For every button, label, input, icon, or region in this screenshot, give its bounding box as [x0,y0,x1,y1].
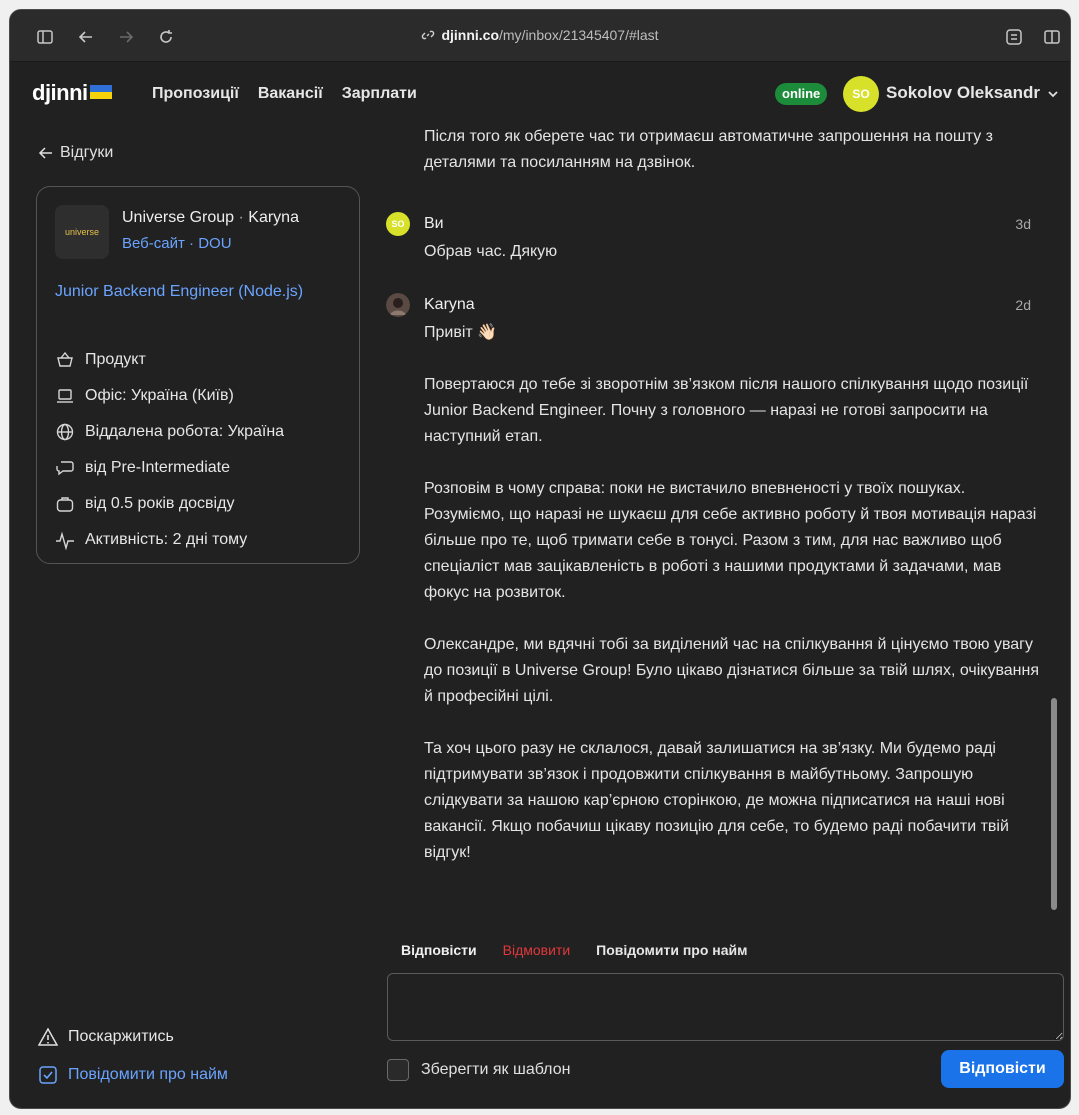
attribute-experience: від 0.5 років досвіду [55,486,284,522]
recruiter-name: Karyna [248,209,299,226]
nav-item-offers[interactable]: Пропозиції [152,85,239,103]
company-logo: universe [55,205,109,259]
back-to-applications-link[interactable]: Відгуки [38,144,113,162]
recruiter-avatar [386,293,410,317]
tab-notify-hire[interactable]: Повідомити про найм [596,942,747,958]
message-paragraph: Олександре, ми вдячні тобі за виділений … [424,636,1040,705]
arrow-left-icon [38,147,52,159]
message-paragraph: Та хоч цього разу не склалося, давай зал… [424,740,1009,861]
ukraine-flag-icon [89,85,112,99]
split-view-icon[interactable] [1043,28,1061,46]
app-header: djinni Пропозиції Вакансії Зарплати onli… [10,62,1070,124]
back-link-label: Відгуки [60,144,114,161]
company-dou-link[interactable]: DOU [198,235,231,252]
chat-bubble-icon [56,461,74,476]
save-template-checkbox[interactable] [387,1059,409,1081]
company-website-link[interactable]: Веб-сайт [122,235,185,252]
address-bar[interactable]: djinni.co/my/inbox/21345407/#last [10,27,1070,43]
company-links: Веб-сайт · DOU [122,235,232,252]
message-thread[interactable]: Після того як оберете час ти отримаєш ав… [386,124,1050,914]
extension-icon[interactable] [1005,28,1023,46]
attribute-remote: Віддалена робота: Україна [55,414,284,450]
attribute-domain: Продукт [55,342,284,378]
basket-icon [57,351,73,367]
attribute-office: Офіс: Україна (Київ) [55,378,284,414]
url-host: djinni.co [441,27,499,43]
url-path: /my/inbox/21345407/#last [499,27,659,43]
user-menu-name[interactable]: Sokolov Oleksandr [886,83,1040,103]
message-author: Karyna [424,296,475,313]
briefcase-icon [56,497,74,512]
globe-icon [56,423,74,441]
message-paragraph: Повертаюся до тебе зі зворотнім зв’язком… [424,376,1029,445]
message-header-recruiter: Karyna 2d [386,293,1031,317]
message-paragraph: Обрав час. Дякую [424,243,558,260]
online-status-badge[interactable]: online [775,83,828,105]
browser-window: djinni.co/my/inbox/21345407/#last djinni… [9,9,1071,1109]
pulse-icon [56,531,74,550]
user-avatar[interactable]: SO [843,76,879,112]
message-header-me: SO Ви 3d [386,212,1031,236]
chevron-down-icon[interactable] [1047,88,1059,100]
laptop-icon [57,389,73,403]
save-as-template[interactable]: Зберегти як шаблон [387,1059,570,1081]
main-nav: Пропозиції Вакансії Зарплати [152,85,417,103]
message-paragraph: Розповім в чому справа: поки не вистачил… [424,480,1037,601]
attribute-activity: Активність: 2 дні тому [55,522,284,558]
tab-reply[interactable]: Відповісти [401,942,477,958]
my-avatar: SO [386,212,410,236]
previous-message-text: Після того як оберете час ти отримаєш ав… [424,128,993,171]
save-template-label: Зберегти як шаблон [421,1061,571,1078]
send-reply-button[interactable]: Відповісти [941,1050,1064,1088]
djinni-logo[interactable]: djinni [32,80,112,106]
message-paragraph: Привіт 👋🏻 [424,324,498,341]
check-square-icon [39,1066,57,1084]
warning-icon [38,1027,58,1046]
nav-item-jobs[interactable]: Вакансії [258,85,323,103]
job-info-card: universe Universe Group · Karyna Веб-сай… [36,186,360,564]
job-attributes: Продукт Офіс: Україна (Київ) Віддалена р… [55,342,284,558]
message-time: 3d [1015,216,1031,232]
company-name: Universe Group [122,209,235,226]
attribute-english: від Pre-Intermediate [55,450,284,486]
message-author: Ви [424,215,444,232]
browser-toolbar: djinni.co/my/inbox/21345407/#last [10,10,1070,62]
job-title-link[interactable]: Junior Backend Engineer (Node.js) [55,279,345,305]
message-body-me: Обрав час. Дякую [424,239,1039,291]
message-time: 2d [1015,297,1031,313]
reply-actions: Відповісти Відмовити Повідомити про найм [401,942,748,958]
company-and-recruiter: Universe Group · Karyna [122,209,299,226]
reply-textarea[interactable] [387,973,1064,1041]
link-icon [422,30,435,40]
tab-decline[interactable]: Відмовити [503,942,571,958]
message-body-recruiter: Привіт 👋🏻 Повертаюся до тебе зі зворотні… [424,320,1039,892]
chat-scrollbar-thumb[interactable] [1051,698,1057,910]
nav-item-salaries[interactable]: Зарплати [342,85,417,103]
complain-link[interactable]: Поскаржитись [38,1027,174,1047]
notify-hire-link[interactable]: Повідомити про найм [38,1065,228,1085]
